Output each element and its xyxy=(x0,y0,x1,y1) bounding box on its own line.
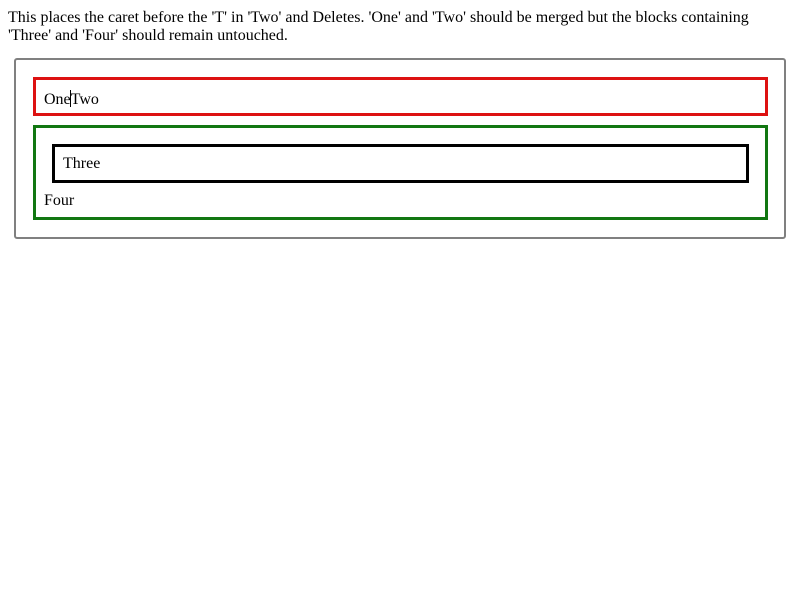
merged-block-one-two[interactable]: OneTwo xyxy=(33,77,768,116)
text-two: Two xyxy=(70,91,99,108)
block-containing-three-four[interactable]: Three Four xyxy=(33,125,768,220)
text-four: Four xyxy=(44,192,75,209)
text-one: One xyxy=(44,91,71,108)
block-three[interactable]: Three xyxy=(52,144,749,183)
test-description: This places the caret before the 'T' in … xyxy=(8,9,749,44)
merged-block-text[interactable]: OneTwo xyxy=(44,90,99,109)
content-editable-area[interactable]: OneTwo Three Four xyxy=(14,58,786,239)
text-three: Three xyxy=(63,155,101,172)
